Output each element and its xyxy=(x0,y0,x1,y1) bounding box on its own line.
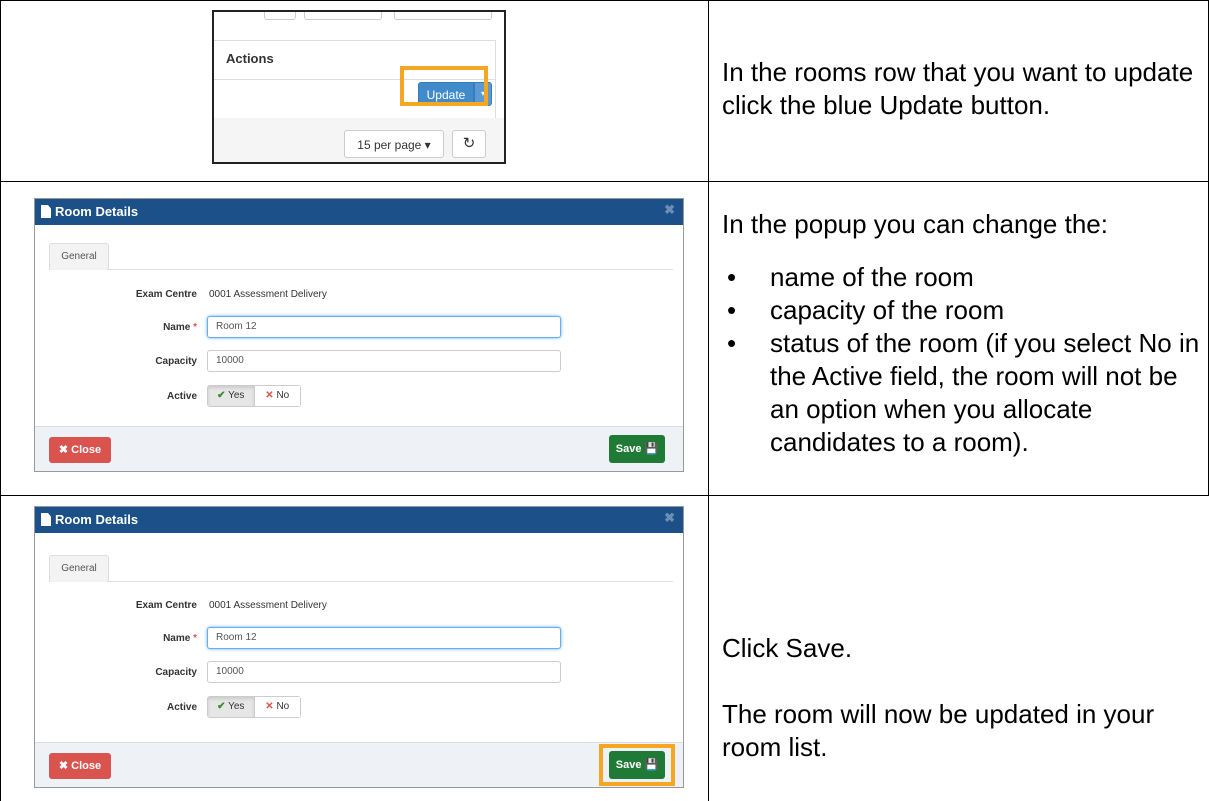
tab-divider xyxy=(107,269,673,270)
modal-title: Room Details xyxy=(55,204,139,219)
bullet-text: capacity of the room xyxy=(770,295,1005,325)
no-label: No xyxy=(276,390,290,401)
active-label: Active xyxy=(166,702,197,713)
room-details-modal: Room Details ✖ General Exam Centre 0001 … xyxy=(34,198,684,472)
active-yes-button[interactable]: ✔ Yes xyxy=(208,697,255,717)
table-border-right xyxy=(1208,0,1209,496)
capacity-input[interactable]: 10000 xyxy=(207,350,561,372)
tab-general[interactable]: General xyxy=(49,243,109,270)
close-icon[interactable]: ✖ xyxy=(664,510,675,526)
name-label-text: Name xyxy=(163,322,191,333)
exam-centre-label: Exam Centre xyxy=(135,600,197,611)
close-label: Close xyxy=(71,444,102,456)
name-label-text: Name xyxy=(163,633,191,644)
modal-footer: ✖ Close Save 💾 xyxy=(35,742,683,787)
table-footer: 15 per page ▾ ↻ xyxy=(214,118,504,162)
document-icon xyxy=(41,205,51,218)
save-button[interactable]: Save 💾 xyxy=(609,435,665,463)
instruction-intro: In the popup you can change the: xyxy=(722,209,1108,239)
table-row-divider-2 xyxy=(0,495,1209,496)
modal-title: Room Details xyxy=(55,512,139,527)
close-button[interactable]: ✖ Close xyxy=(49,437,111,463)
table-column-divider xyxy=(708,0,709,801)
name-input[interactable]: Room 12 xyxy=(207,627,561,649)
capacity-input[interactable]: 10000 xyxy=(207,661,561,683)
exam-centre-value: 0001 Assessment Delivery xyxy=(209,289,327,300)
capacity-label: Capacity xyxy=(155,667,197,678)
instruction-row-3: Click Save. The room will now be updated… xyxy=(722,632,1202,764)
instruction-text: In the rooms row that you want to update… xyxy=(722,57,1194,120)
close-icon[interactable]: ✖ xyxy=(664,202,675,218)
table-border-top xyxy=(0,0,1209,1)
name-label: Name * xyxy=(77,633,197,644)
save-label: Save xyxy=(615,443,642,455)
list-item: • status of the room (if you select No in… xyxy=(722,327,1202,459)
active-yes-button[interactable]: ✔ Yes xyxy=(208,386,255,406)
exam-centre-value: 0001 Assessment Delivery xyxy=(209,600,327,611)
bullet-icon: • xyxy=(727,262,737,292)
list-item: • capacity of the room xyxy=(722,294,1202,327)
close-button[interactable]: ✖ Close xyxy=(49,753,111,779)
active-no-button[interactable]: ✕ No xyxy=(254,697,300,717)
required-marker: * xyxy=(193,633,197,644)
change-options-list: • name of the room • capacity of the room … xyxy=(722,261,1202,459)
name-label: Name * xyxy=(77,322,197,333)
table-row-divider-1 xyxy=(0,181,1209,182)
toolbar-button-fragment xyxy=(394,12,492,20)
tab-divider xyxy=(107,581,673,582)
no-label: No xyxy=(276,701,290,712)
check-icon: ✔ xyxy=(217,390,226,401)
save-button-highlight xyxy=(599,744,675,786)
modal-footer: ✖ Close Save 💾 xyxy=(35,426,683,471)
document-icon xyxy=(41,513,51,526)
instruction-result: The room will now be updated in your roo… xyxy=(722,699,1155,762)
toolbar-button-fragment xyxy=(304,12,382,20)
refresh-icon[interactable]: ↻ xyxy=(452,130,486,158)
required-marker: * xyxy=(193,322,197,333)
yes-label: Yes xyxy=(228,390,245,401)
name-input[interactable]: Room 12 xyxy=(207,316,561,338)
cross-icon: ✕ xyxy=(265,390,274,401)
capacity-label: Capacity xyxy=(155,356,197,367)
toolbar-fragment xyxy=(214,12,504,22)
instruction-row-2: In the popup you can change the: • name o… xyxy=(722,208,1202,459)
modal-body: General Exam Centre 0001 Assessment Deli… xyxy=(35,533,683,733)
active-toggle: ✔ Yes ✕ No xyxy=(207,385,301,407)
save-disk-icon: 💾 xyxy=(644,443,659,455)
bullet-icon: • xyxy=(727,295,737,325)
bullet-text: name of the room xyxy=(770,262,974,292)
active-label: Active xyxy=(166,391,197,402)
per-page-dropdown[interactable]: 15 per page ▾ xyxy=(344,130,444,158)
rooms-table-screenshot: Actions Update ▾ 15 per page ▾ ↻ xyxy=(212,10,506,164)
bullet-icon: • xyxy=(727,328,737,358)
active-no-button[interactable]: ✕ No xyxy=(254,386,300,406)
modal-titlebar: Room Details ✖ xyxy=(35,507,683,533)
modal-titlebar: Room Details ✖ xyxy=(35,199,683,225)
instruction-click-save: Click Save. xyxy=(722,633,853,663)
list-item: • name of the room xyxy=(722,261,1202,294)
room-details-modal-save-step: Room Details ✖ General Exam Centre 0001 … xyxy=(34,506,684,788)
active-toggle: ✔ Yes ✕ No xyxy=(207,696,301,718)
actions-header-label: Actions xyxy=(226,51,274,66)
instruction-row-1: In the rooms row that you want to update… xyxy=(722,56,1202,122)
modal-body: General Exam Centre 0001 Assessment Deli… xyxy=(35,225,683,425)
bullet-text: status of the room (if you select No in … xyxy=(770,328,1200,457)
close-label: Close xyxy=(71,760,102,772)
exam-centre-label: Exam Centre xyxy=(135,289,197,300)
check-icon: ✔ xyxy=(217,701,226,712)
update-button-highlight xyxy=(400,66,488,106)
cross-icon: ✕ xyxy=(265,701,274,712)
tab-general[interactable]: General xyxy=(49,555,109,582)
table-border-left xyxy=(0,0,1,801)
toolbar-button-fragment xyxy=(264,12,296,20)
yes-label: Yes xyxy=(228,701,245,712)
instruction-table: Actions Update ▾ 15 per page ▾ ↻ In the … xyxy=(0,0,1210,801)
